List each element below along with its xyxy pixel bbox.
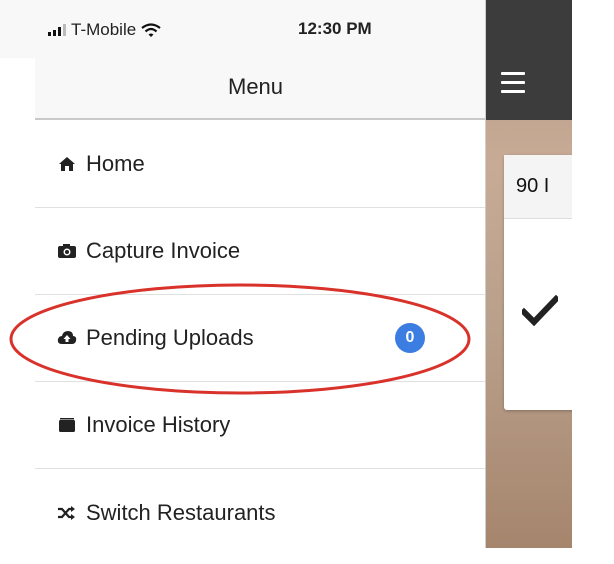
menu-item-pending-uploads[interactable]: Pending Uploads 0 — [35, 295, 485, 382]
cloud-upload-icon — [56, 328, 78, 348]
background-app: 90 I — [485, 0, 572, 548]
menu-item-home[interactable]: Home — [35, 121, 485, 208]
background-card: 90 I — [504, 155, 572, 410]
menu-item-label: Invoice History — [86, 412, 231, 437]
folder-icon — [56, 415, 78, 435]
checkmark-icon — [522, 295, 558, 327]
pending-count-badge: 0 — [395, 323, 425, 353]
card-header: 90 I — [504, 155, 572, 219]
signal-strength-icon — [48, 24, 66, 36]
carrier-label: T-Mobile — [71, 20, 137, 39]
menu-item-invoice-history[interactable]: Invoice History — [35, 382, 485, 469]
menu-item-label: Pending Uploads — [86, 325, 254, 350]
hamburger-menu-icon[interactable] — [501, 72, 525, 93]
status-bar: T-Mobile 12:30 PM — [0, 0, 485, 58]
home-icon — [56, 154, 78, 174]
wifi-icon — [141, 22, 161, 37]
menu-header: Menu — [35, 58, 485, 120]
shuffle-icon — [56, 503, 78, 523]
menu-item-capture-invoice[interactable]: Capture Invoice — [35, 208, 485, 295]
status-left: T-Mobile — [48, 20, 161, 40]
menu-item-label: Capture Invoice — [86, 238, 241, 263]
page-title: Menu — [228, 74, 284, 99]
app-topbar — [485, 0, 572, 120]
status-time: 12:30 PM — [298, 19, 372, 38]
menu-item-label: Switch Restaurants — [86, 499, 276, 525]
menu-item-label: Home — [86, 151, 145, 176]
menu-item-switch-restaurants[interactable]: Switch Restaurants — [35, 469, 485, 556]
camera-icon — [56, 241, 78, 261]
menu-drawer: T-Mobile 12:30 PM Menu Home Capture Invo… — [0, 0, 486, 548]
